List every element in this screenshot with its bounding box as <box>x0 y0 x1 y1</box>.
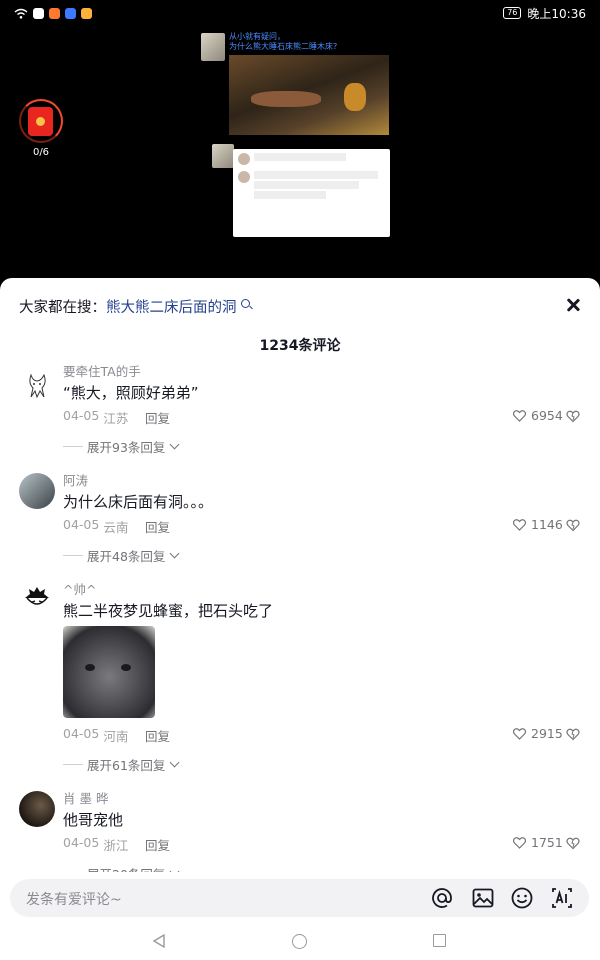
comment-input-bar[interactable]: 发条有爱评论~ <box>10 879 589 917</box>
heart-icon <box>513 409 526 422</box>
divider <box>63 555 83 556</box>
like-count: 2915 <box>531 726 563 741</box>
avatar[interactable] <box>19 791 55 827</box>
expand-replies[interactable]: 展开48条回复 <box>63 546 180 565</box>
video-question-text: 从小就有疑问， 为什么熊大睡石床熊二睡木床? <box>229 32 338 51</box>
back-icon[interactable] <box>152 934 166 948</box>
video-avatar <box>212 144 234 168</box>
avatar[interactable] <box>19 473 55 509</box>
comment-text: “熊大，照顾好弟弟” <box>63 384 199 402</box>
comment-date: 04-05 <box>63 726 100 741</box>
emoji-icon[interactable] <box>510 886 534 910</box>
avatar[interactable] <box>19 582 55 618</box>
expand-replies[interactable]: 展开61条回复 <box>63 755 180 774</box>
comment-text: 他哥宠他 <box>63 811 124 829</box>
like-button[interactable]: 2915 <box>513 726 563 741</box>
divider <box>63 764 83 765</box>
comment-meta: 04-05 浙江 <box>63 835 128 854</box>
avatar[interactable] <box>19 367 55 403</box>
reply-button[interactable]: 回复 <box>145 835 170 854</box>
expand-replies[interactable]: 展开93条回复 <box>63 437 180 456</box>
comment-location: 江苏 <box>103 411 129 426</box>
dislike-icon[interactable] <box>566 727 580 741</box>
comment-meta: 04-05 江苏 <box>63 408 128 427</box>
comment-count-title: 1234条评论 <box>259 338 341 354</box>
search-icon <box>240 299 250 308</box>
video-cartoon-scene <box>229 55 389 135</box>
comment-sheet: 大家都在搜： 熊大熊二床后面的洞 1234条评论 要牵住TA的手 “熊大，照顾好… <box>0 278 600 960</box>
expand-replies[interactable]: 展开20条回复 <box>63 864 180 872</box>
ai-icon[interactable] <box>550 886 574 910</box>
red-packet-progress: 0/6 <box>32 147 50 158</box>
video-comment-card <box>233 149 390 237</box>
expand-replies-label: 展开20条回复 <box>87 864 165 872</box>
comment-meta: 04-05 云南 <box>63 517 128 536</box>
like-button[interactable]: 1146 <box>513 517 563 532</box>
comment-input[interactable]: 发条有爱评论~ <box>26 889 122 909</box>
at-icon[interactable] <box>430 886 454 910</box>
hot-search-link[interactable]: 熊大熊二床后面的洞 <box>106 296 237 317</box>
comment-username[interactable]: 阿涛 <box>63 470 88 489</box>
like-count: 1146 <box>531 517 563 532</box>
home-icon[interactable] <box>292 934 307 949</box>
chevron-down-icon <box>169 757 180 768</box>
heart-icon <box>513 836 526 849</box>
notification-app-icon <box>49 7 60 19</box>
comment-list[interactable]: 要牵住TA的手 “熊大，照顾好弟弟” 04-05 江苏 回复 6954 展开93… <box>0 360 600 872</box>
comment-image[interactable] <box>63 626 155 718</box>
close-button[interactable] <box>560 292 586 318</box>
heart-icon <box>513 518 526 531</box>
battery-icon: 76 <box>503 7 522 19</box>
red-envelope-icon <box>28 107 53 136</box>
divider <box>63 446 83 447</box>
reply-button[interactable]: 回复 <box>145 517 170 536</box>
comment-date: 04-05 <box>63 835 100 850</box>
reply-button[interactable]: 回复 <box>145 726 170 745</box>
close-icon <box>566 298 580 312</box>
status-icons <box>14 7 92 19</box>
like-button[interactable]: 6954 <box>513 408 563 423</box>
like-count: 6954 <box>531 408 563 423</box>
like-count: 1751 <box>531 835 563 850</box>
notification-app-icon <box>65 7 76 19</box>
comment-text: 为什么床后面有洞。。。 <box>63 493 214 511</box>
comment-meta: 04-05 河南 <box>63 726 128 745</box>
status-bar: 76 晚上10:36 <box>0 0 600 26</box>
chevron-down-icon <box>169 548 180 559</box>
video-frame[interactable]: 从小就有疑问， 为什么熊大睡石床熊二睡木床? <box>198 28 393 240</box>
expand-replies-label: 展开93条回复 <box>87 440 166 455</box>
wifi-icon <box>14 8 28 19</box>
dislike-icon[interactable] <box>566 409 580 423</box>
reply-button[interactable]: 回复 <box>145 408 170 427</box>
notification-app-icon <box>81 7 92 19</box>
expand-replies-label: 展开48条回复 <box>87 549 166 564</box>
chevron-down-icon <box>169 439 180 450</box>
dislike-icon[interactable] <box>566 518 580 532</box>
dislike-icon[interactable] <box>566 836 580 850</box>
video-avatar <box>201 33 225 61</box>
recent-apps-icon[interactable] <box>433 934 446 947</box>
comment-date: 04-05 <box>63 408 100 423</box>
system-nav-bar <box>0 922 600 960</box>
hot-search-bar[interactable]: 大家都在搜： 熊大熊二床后面的洞 <box>19 296 250 317</box>
comment-location: 云南 <box>103 520 129 535</box>
heart-icon <box>513 727 526 740</box>
clock: 晚上10:36 <box>527 6 586 21</box>
comment-date: 04-05 <box>63 517 100 532</box>
comment-username[interactable]: 要牵住TA的手 <box>63 361 141 380</box>
notification-app-icon <box>33 7 44 19</box>
comment-location: 浙江 <box>103 838 129 853</box>
chevron-down-icon <box>169 866 180 872</box>
like-button[interactable]: 1751 <box>513 835 563 850</box>
expand-replies-label: 展开61条回复 <box>87 758 166 773</box>
comment-username[interactable]: 肖 墨 晔 <box>63 788 108 807</box>
hot-search-label: 大家都在搜： <box>19 300 106 316</box>
image-icon[interactable] <box>471 886 495 910</box>
red-packet-widget[interactable]: 0/6 <box>19 99 65 161</box>
comment-text: 熊二半夜梦见蜂蜜，把石头吃了 <box>63 602 274 620</box>
comment-username[interactable]: ^帅^ <box>63 579 96 598</box>
comment-location: 河南 <box>103 729 129 744</box>
